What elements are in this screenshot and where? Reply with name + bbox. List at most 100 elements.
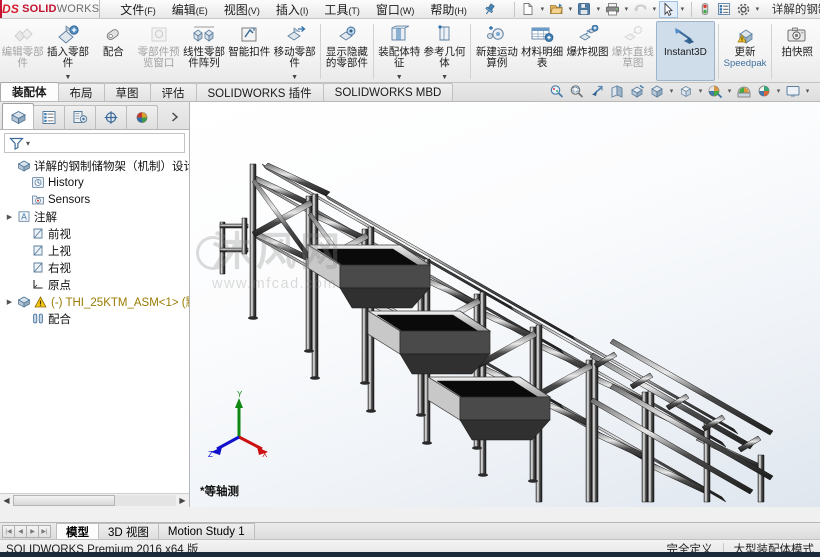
property-manager-tab[interactable] xyxy=(33,105,65,129)
settings-caret[interactable]: ▾ xyxy=(753,5,762,13)
ribbon-component-preview[interactable]: 零部件预览窗口 xyxy=(136,21,181,81)
display-manager-tab[interactable] xyxy=(126,105,158,129)
pin-icon[interactable] xyxy=(483,2,496,16)
hscroll-left-arrow[interactable]: ◀ xyxy=(0,496,13,505)
tree-item-top-plane[interactable]: 上视 xyxy=(0,242,189,259)
feature-tree-hscrollbar[interactable]: ◀ ▶ xyxy=(0,493,189,507)
hscroll-right-arrow[interactable]: ▶ xyxy=(176,496,189,505)
tree-item-history[interactable]: History xyxy=(0,174,189,191)
ribbon-new-motion-study[interactable]: 新建运动算例 xyxy=(474,21,519,81)
display-style-caret[interactable]: ▾ xyxy=(667,87,676,95)
save-caret[interactable]: ▾ xyxy=(594,5,603,13)
ribbon-instant3d[interactable]: Instant3D xyxy=(655,21,716,81)
tab-evaluate[interactable]: 评估 xyxy=(149,83,197,101)
configuration-manager-tab[interactable] xyxy=(64,105,96,129)
ribbon-assembly-feature[interactable]: 装配体特征 ▼ xyxy=(377,21,422,81)
last-tab-icon[interactable]: ▶| xyxy=(38,524,51,538)
reference-geometry-dropdown-icon[interactable]: ▼ xyxy=(441,74,448,81)
menu-edit[interactable]: 编辑(E) xyxy=(164,0,216,19)
tree-item-annotations[interactable]: ▶ A 注解 xyxy=(0,208,189,225)
feature-tree[interactable]: 详解的钢制储物架（机制）设计模型（De History Sensors ▶ xyxy=(0,154,189,493)
open-document-icon[interactable] xyxy=(547,1,566,18)
bottom-tab-model[interactable]: 模型 xyxy=(56,522,99,540)
tab-solidworks-addins[interactable]: SOLIDWORKS 插件 xyxy=(195,83,324,101)
save-icon[interactable] xyxy=(575,1,594,18)
tree-item-mates-folder[interactable]: 配合 xyxy=(0,310,189,327)
active-document-name[interactable]: 详解的钢制储... xyxy=(772,1,820,17)
ribbon-reference-geometry[interactable]: 参考几何体 ▼ xyxy=(422,21,467,81)
print-icon[interactable] xyxy=(603,1,622,18)
feature-tree-tab[interactable] xyxy=(2,103,34,129)
new-document-icon[interactable] xyxy=(519,1,538,18)
view-orientation-icon[interactable] xyxy=(627,82,647,100)
tab-assembly[interactable]: 装配体 xyxy=(0,82,59,101)
undo-icon[interactable] xyxy=(631,1,650,18)
ribbon-exploded-view[interactable]: 爆炸视图 xyxy=(565,21,610,81)
tab-layout[interactable]: 布局 xyxy=(57,83,105,101)
bottom-tab-3d-views[interactable]: 3D 视图 xyxy=(98,523,159,539)
tree-item-sensors[interactable]: Sensors xyxy=(0,191,189,208)
select-cursor-icon[interactable] xyxy=(658,0,678,18)
zoom-to-area-icon[interactable] xyxy=(567,82,587,100)
display-style-icon[interactable] xyxy=(647,82,667,100)
tab-solidworks-mbd[interactable]: SOLIDWORKS MBD xyxy=(322,83,454,101)
ribbon-move-component[interactable]: 移动零部件 ▼ xyxy=(272,21,317,81)
menu-window[interactable]: 窗口(W) xyxy=(368,0,423,19)
ribbon-smart-fasteners[interactable]: 智能扣件 xyxy=(227,21,272,81)
hscroll-track[interactable] xyxy=(13,495,176,506)
tab-sketch[interactable]: 草图 xyxy=(103,83,151,101)
open-document-caret[interactable]: ▾ xyxy=(566,5,575,13)
view-settings-caret[interactable]: ▾ xyxy=(774,87,783,95)
bottom-tab-motion-study[interactable]: Motion Study 1 xyxy=(157,523,255,539)
ribbon-mate[interactable]: 配合 xyxy=(91,21,136,81)
ribbon-linear-component-pattern[interactable]: 线性零部件阵列 xyxy=(181,21,226,81)
hide-show-items-caret[interactable]: ▾ xyxy=(696,87,705,95)
ribbon-bill-of-materials[interactable]: 材料明细表 xyxy=(520,21,565,81)
view-settings-icon[interactable] xyxy=(754,82,774,100)
feature-tree-filter[interactable]: ▾ xyxy=(4,133,185,153)
dimxpert-manager-tab[interactable] xyxy=(95,105,127,129)
steel-storage-rack-model[interactable] xyxy=(190,102,820,507)
previous-view-icon[interactable] xyxy=(587,82,607,100)
edit-appearance-icon[interactable] xyxy=(705,82,725,100)
ribbon-explode-line-sketch[interactable]: 爆炸直线草图 xyxy=(610,21,655,81)
filter-caret-icon[interactable]: ▾ xyxy=(26,139,30,148)
section-view-icon[interactable] xyxy=(607,82,627,100)
ribbon-show-hidden-components[interactable]: 显示隐藏的零部件 xyxy=(324,21,369,81)
select-cursor-caret[interactable]: ▾ xyxy=(678,5,687,13)
menu-file[interactable]: 文件(F) xyxy=(112,0,164,19)
viewport-icon[interactable] xyxy=(783,82,803,100)
new-document-caret[interactable]: ▾ xyxy=(538,5,547,13)
edit-appearance-caret[interactable]: ▾ xyxy=(725,87,734,95)
tree-expander-sub-assembly[interactable]: ▶ xyxy=(4,298,15,306)
options-list-icon[interactable] xyxy=(715,1,734,18)
rebuild-icon[interactable] xyxy=(696,1,715,18)
ribbon-edit-component[interactable]: 编辑零部件 xyxy=(0,21,45,81)
tree-item-right-plane[interactable]: 右视 xyxy=(0,259,189,276)
zoom-to-fit-icon[interactable] xyxy=(547,82,567,100)
feature-manager-more-tabs[interactable] xyxy=(169,105,189,129)
graphics-area[interactable]: 沐风网 www.mfcad.com Y X Z *等轴测 xyxy=(190,102,820,507)
move-component-dropdown-icon[interactable]: ▼ xyxy=(291,74,298,81)
ribbon-insert-component[interactable]: 插入零部件 ▼ xyxy=(45,21,90,81)
apply-scene-icon[interactable] xyxy=(734,82,754,100)
menu-tools[interactable]: 工具(T) xyxy=(316,0,368,19)
tree-item-origin[interactable]: 原点 xyxy=(0,276,189,293)
print-caret[interactable]: ▾ xyxy=(622,5,631,13)
menu-help[interactable]: 帮助(H) xyxy=(422,0,475,19)
undo-caret[interactable]: ▾ xyxy=(650,5,659,13)
menu-view[interactable]: 视图(V) xyxy=(216,0,268,19)
tree-item-assembly-root[interactable]: 详解的钢制储物架（机制）设计模型（De xyxy=(0,157,189,174)
hide-show-items-icon[interactable] xyxy=(676,82,696,100)
ribbon-update-speedpak[interactable]: 更新 Speedpak xyxy=(722,21,767,81)
settings-gear-icon[interactable] xyxy=(734,1,753,18)
ribbon-snapshot[interactable]: 拍快照 xyxy=(775,21,820,81)
insert-component-dropdown-icon[interactable]: ▼ xyxy=(65,74,72,81)
viewport-caret[interactable]: ▾ xyxy=(803,87,812,95)
hscroll-thumb[interactable] xyxy=(13,495,115,506)
menu-insert[interactable]: 插入(I) xyxy=(268,0,317,19)
tree-item-sub-assembly[interactable]: ▶ (-) THI_25KTM_ASM<1> (默认 xyxy=(0,293,189,310)
tree-expander-annotations[interactable]: ▶ xyxy=(4,213,15,221)
assembly-feature-dropdown-icon[interactable]: ▼ xyxy=(396,74,403,81)
tree-item-front-plane[interactable]: 前视 xyxy=(0,225,189,242)
